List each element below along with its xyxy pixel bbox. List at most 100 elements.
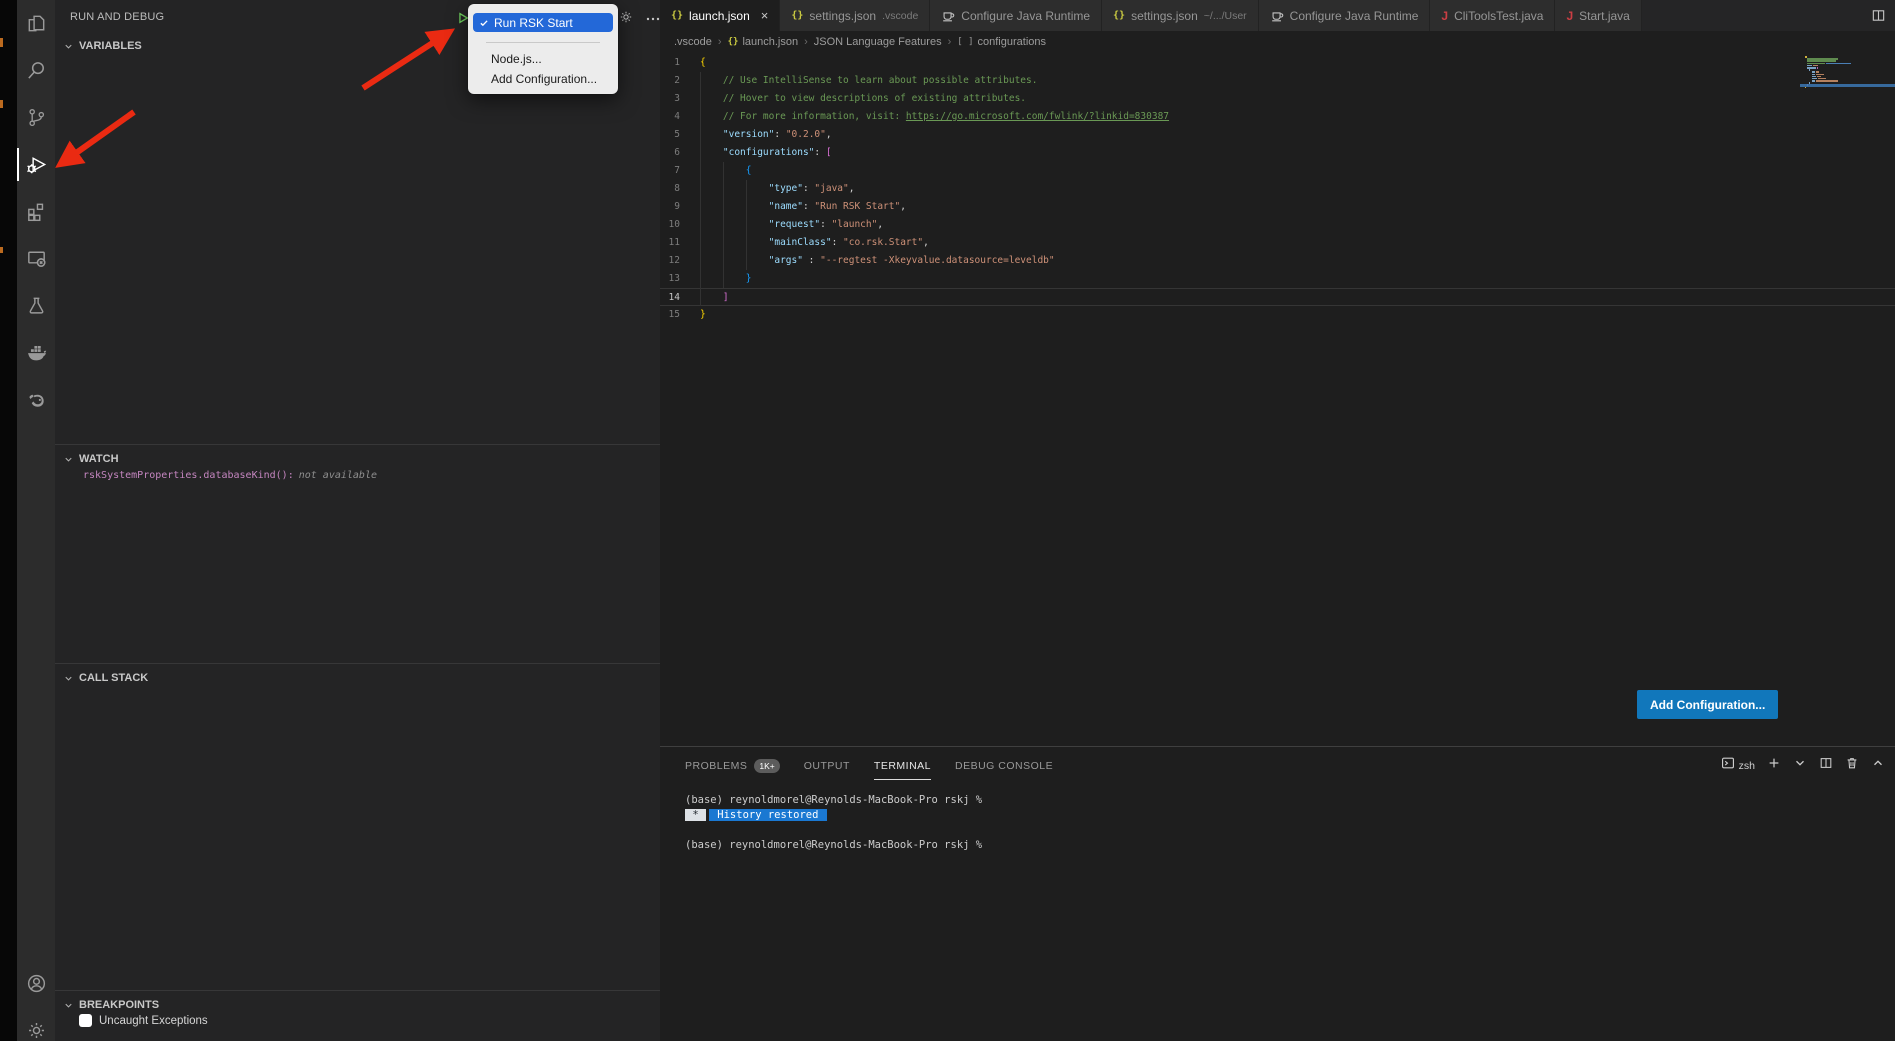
watch-expression-row[interactable]: rskSystemProperties.databaseKind():not a… [83, 470, 377, 481]
open-launch-json-gear-icon[interactable] [618, 9, 634, 25]
code-text: // Use IntelliSense to learn about possi… [700, 72, 1037, 90]
tab-configure-java-runtime[interactable]: Configure Java Runtime [930, 0, 1102, 31]
activity-source-control-icon[interactable] [17, 94, 55, 141]
code-line-6[interactable]: 6 "configurations": [ [660, 144, 1895, 162]
activity-accounts-icon[interactable] [17, 960, 55, 1007]
terminal-line: (base) reynoldmorel@Reynolds-MacBook-Pro… [685, 793, 1875, 808]
kill-terminal-button[interactable] [1845, 756, 1859, 775]
indent-guide [746, 180, 747, 270]
activity-gradle-icon[interactable] [17, 376, 55, 423]
termbox-icon [1721, 756, 1735, 775]
breadcrumb-label: launch.json [742, 36, 798, 48]
terminal-line: * History restored [685, 808, 1875, 823]
activity-settings-icon[interactable] [17, 1007, 55, 1041]
activity-explorer-icon[interactable] [17, 0, 55, 47]
activity-testing-icon[interactable] [17, 282, 55, 329]
panel-tab-problems[interactable]: PROBLEMS1K+ [685, 747, 780, 785]
uncaught-exceptions-checkbox[interactable] [79, 1014, 92, 1027]
tab-description: ~/.../User [1204, 10, 1247, 22]
panel-tab-bar: PROBLEMS1K+ OUTPUT TERMINAL DEBUG CONSOLE [660, 747, 1895, 785]
code-line-13[interactable]: 13 } [660, 270, 1895, 288]
chevup-icon [1871, 756, 1885, 775]
terminal-line [685, 823, 1875, 838]
close-icon[interactable]: × [761, 8, 769, 23]
json-icon: {} [728, 37, 739, 47]
line-number: 14 [660, 289, 680, 305]
left-edge-accent [0, 100, 3, 108]
terminal-profile-dropdown[interactable] [1793, 756, 1807, 775]
array-icon: [ ] [957, 37, 973, 47]
split-terminal-button[interactable] [1819, 756, 1833, 775]
panel-tab-label: PROBLEMS [685, 760, 747, 772]
breadcrumb-separator-icon: › [948, 36, 952, 48]
code-line-5[interactable]: 5 "version": "0.2.0", [660, 126, 1895, 144]
tab-settings-json[interactable]: {}settings.json.vscode [780, 0, 930, 31]
line-number: 3 [660, 90, 680, 108]
java-runtime-icon [941, 9, 955, 23]
indent-guide [700, 72, 701, 306]
uncaught-exceptions-row[interactable]: Uncaught Exceptions [79, 1014, 208, 1027]
code-line-9[interactable]: 9 "name": "Run RSK Start", [660, 198, 1895, 216]
menu-item-add-configuration[interactable]: Add Configuration... [468, 69, 618, 89]
code-line-3[interactable]: 3 // Hover to view descriptions of exist… [660, 90, 1895, 108]
java-runtime-icon [1270, 9, 1284, 23]
tab-label: Start.java [1579, 9, 1630, 23]
line-number: 12 [660, 252, 680, 270]
add-configuration-button[interactable]: Add Configuration... [1637, 690, 1778, 719]
code-line-2[interactable]: 2 // Use IntelliSense to learn about pos… [660, 72, 1895, 90]
code-text: } [700, 306, 706, 324]
code-line-1[interactable]: 1{ [660, 54, 1895, 72]
breadcrumb-item-vscode[interactable]: .vscode [674, 36, 712, 48]
shell-selector[interactable]: zsh [1721, 756, 1755, 775]
activity-run-and-debug-icon[interactable] [17, 141, 55, 188]
json-icon: {} [671, 10, 683, 21]
line-number: 15 [660, 306, 680, 324]
new-terminal-button[interactable] [1767, 756, 1781, 775]
code-line-12[interactable]: 12 "args" : "--regtest -Xkeyvalue.dataso… [660, 252, 1895, 270]
activity-search-icon[interactable] [17, 47, 55, 94]
plus-icon [1767, 756, 1781, 775]
code-text: "name": "Run RSK Start", [700, 198, 906, 216]
code-text: // For more information, visit: https://… [700, 108, 1169, 126]
code-line-14[interactable]: 14 ] [660, 288, 1895, 306]
watch-section-header[interactable]: WATCH [55, 444, 660, 465]
tab-launch-json[interactable]: {}launch.json× [660, 0, 780, 31]
split-editor-button[interactable] [1861, 0, 1895, 31]
panel-tab-terminal[interactable]: TERMINAL [874, 747, 931, 785]
tab-start-java[interactable]: JStart.java [1555, 0, 1641, 31]
activity-extensions-icon[interactable] [17, 188, 55, 235]
activity-docker-icon[interactable] [17, 329, 55, 376]
code-text: { [700, 162, 751, 180]
panel-tab-label: OUTPUT [804, 760, 850, 772]
breadcrumb-item-configurations[interactable]: [ ]configurations [957, 36, 1046, 48]
menu-item-run-rsk-start[interactable]: Run RSK Start [473, 13, 613, 32]
tab-clitoolstest-java[interactable]: JCliToolsTest.java [1430, 0, 1555, 31]
code-line-11[interactable]: 11 "mainClass": "co.rsk.Start", [660, 234, 1895, 252]
code-line-7[interactable]: 7 { [660, 162, 1895, 180]
breakpoints-section-header[interactable]: BREAKPOINTS [55, 990, 660, 1011]
code-line-4[interactable]: 4 // For more information, visit: https:… [660, 108, 1895, 126]
terminal-output[interactable]: (base) reynoldmorel@Reynolds-MacBook-Pro… [685, 793, 1875, 853]
variables-section-header[interactable]: VARIABLES [63, 40, 142, 52]
code-line-15[interactable]: 15} [660, 306, 1895, 324]
menu-item-node-js[interactable]: Node.js... [468, 49, 618, 69]
panel-tab-debug-console[interactable]: DEBUG CONSOLE [955, 747, 1053, 785]
breadcrumb-item-json-language-features[interactable]: JSON Language Features [814, 36, 942, 48]
code-line-10[interactable]: 10 "request": "launch", [660, 216, 1895, 234]
call-stack-section-header[interactable]: CALL STACK [55, 663, 660, 684]
panel-tab-output[interactable]: OUTPUT [804, 747, 850, 785]
line-number: 1 [660, 54, 680, 72]
code-line-8[interactable]: 8 "type": "java", [660, 180, 1895, 198]
variables-section-label: VARIABLES [79, 40, 142, 52]
tab-settings-json[interactable]: {}settings.json~/.../User [1102, 0, 1259, 31]
panel-tab-label: DEBUG CONSOLE [955, 760, 1053, 772]
watch-expression: rskSystemProperties.databaseKind(): [83, 470, 294, 481]
breadcrumb-item-launch-json[interactable]: {}launch.json [728, 36, 799, 48]
chevron-down-icon [63, 1000, 74, 1011]
more-actions-icon[interactable] [645, 11, 661, 27]
tab-configure-java-runtime[interactable]: Configure Java Runtime [1259, 0, 1431, 31]
tab-label: settings.json [1131, 9, 1198, 23]
maximize-panel-button[interactable] [1871, 756, 1885, 775]
code-editor[interactable]: 1{2 // Use IntelliSense to learn about p… [660, 54, 1895, 324]
activity-remote-explorer-icon[interactable] [17, 235, 55, 282]
